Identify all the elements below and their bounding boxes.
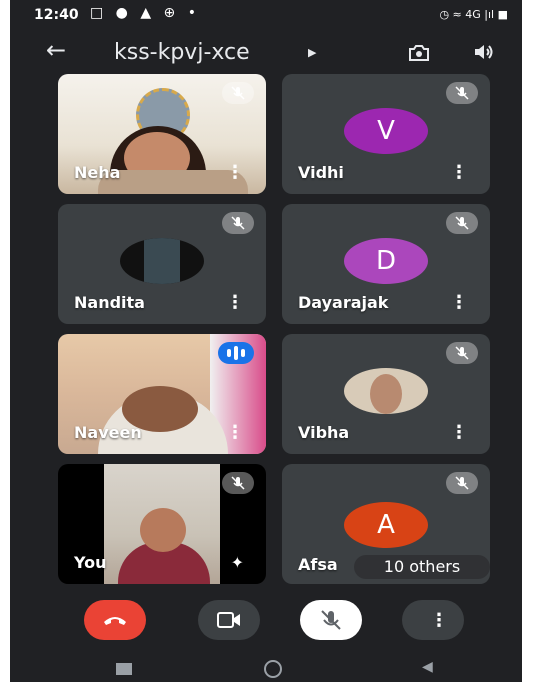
mic-off-icon — [446, 82, 478, 104]
participant-tile[interactable]: Nandita ⋮ — [58, 204, 266, 324]
more-options-icon[interactable]: ⋮ — [226, 164, 244, 182]
more-options-icon[interactable]: ⋮ — [450, 164, 468, 182]
participant-tile[interactable]: D Dayarajak ⋮ — [282, 204, 490, 324]
avatar: D — [344, 238, 428, 284]
others-badge[interactable]: 10 others — [354, 555, 490, 579]
camera-toggle-button[interactable] — [198, 600, 260, 640]
avatar: V — [344, 108, 428, 154]
system-nav-bar: ◀ — [10, 655, 522, 682]
more-options-icon[interactable]: ⋮ — [450, 294, 468, 312]
hang-up-icon — [104, 617, 126, 625]
meeting-code[interactable]: kss-kpvj-xce — [114, 40, 250, 65]
participant-name: Afsa — [298, 555, 338, 574]
speaking-indicator-icon — [218, 342, 254, 364]
caret-right-icon[interactable]: ▶ — [308, 46, 316, 59]
more-options-icon[interactable]: ⋮ — [450, 424, 468, 442]
system-icons: ◷ ≈ 4G |ıl ■ — [439, 8, 508, 21]
switch-camera-icon[interactable] — [406, 40, 432, 66]
profile-photo — [144, 238, 180, 284]
status-bar: 12:40 □ ● ▲ ⊕ • ◷ ≈ 4G |ıl ■ — [10, 0, 522, 30]
more-vertical-icon: ⋮ — [430, 610, 448, 631]
participant-name: Nandita — [74, 293, 145, 312]
participant-tile[interactable]: V Vidhi ⋮ — [282, 74, 490, 194]
more-controls-button[interactable]: ⋮ — [402, 600, 464, 640]
participant-name: Dayarajak — [298, 293, 389, 312]
mic-toggle-button[interactable] — [300, 600, 362, 640]
participant-name: Neha — [74, 163, 121, 182]
meet-screen: 12:40 □ ● ▲ ⊕ • ◷ ≈ 4G |ıl ■ ← kss-kpvj-… — [10, 0, 522, 682]
participant-name: You — [74, 553, 107, 572]
back-arrow-icon[interactable]: ← — [46, 36, 66, 64]
mic-off-icon — [222, 82, 254, 104]
participant-tile[interactable]: Neha ⋮ — [58, 74, 266, 194]
profile-photo — [370, 374, 402, 414]
participant-name: Vibha — [298, 423, 350, 442]
participant-tile-self[interactable]: You ✦ — [58, 464, 266, 584]
mic-off-icon — [321, 610, 341, 630]
mic-off-icon — [446, 472, 478, 494]
mic-off-icon — [446, 212, 478, 234]
call-header: ← kss-kpvj-xce ▶ — [10, 34, 522, 74]
back-triangle-icon[interactable]: ◀ — [422, 659, 433, 675]
end-call-button[interactable] — [84, 600, 146, 640]
avatar: A — [344, 502, 428, 548]
participant-tile[interactable]: Vibha ⋮ — [282, 334, 490, 454]
mic-off-icon — [446, 342, 478, 364]
participant-tile[interactable]: Naveen ⋮ — [58, 334, 266, 454]
participant-name: Vidhi — [298, 163, 344, 182]
mic-off-icon — [222, 472, 254, 494]
home-icon[interactable] — [264, 660, 282, 678]
notification-icons: □ ● ▲ ⊕ • — [90, 5, 200, 21]
more-options-icon[interactable]: ⋮ — [226, 424, 244, 442]
person-face — [140, 508, 186, 552]
status-time: 12:40 — [34, 7, 79, 23]
more-options-icon[interactable]: ⋮ — [226, 294, 244, 312]
speaker-icon[interactable] — [472, 40, 496, 64]
participant-name: Naveen — [74, 423, 142, 442]
avatar — [344, 368, 428, 414]
avatar — [120, 238, 204, 284]
mic-off-icon — [222, 212, 254, 234]
effects-sparkle-icon[interactable]: ✦ — [231, 554, 244, 572]
video-camera-icon — [217, 612, 240, 628]
recents-icon[interactable] — [116, 663, 132, 675]
